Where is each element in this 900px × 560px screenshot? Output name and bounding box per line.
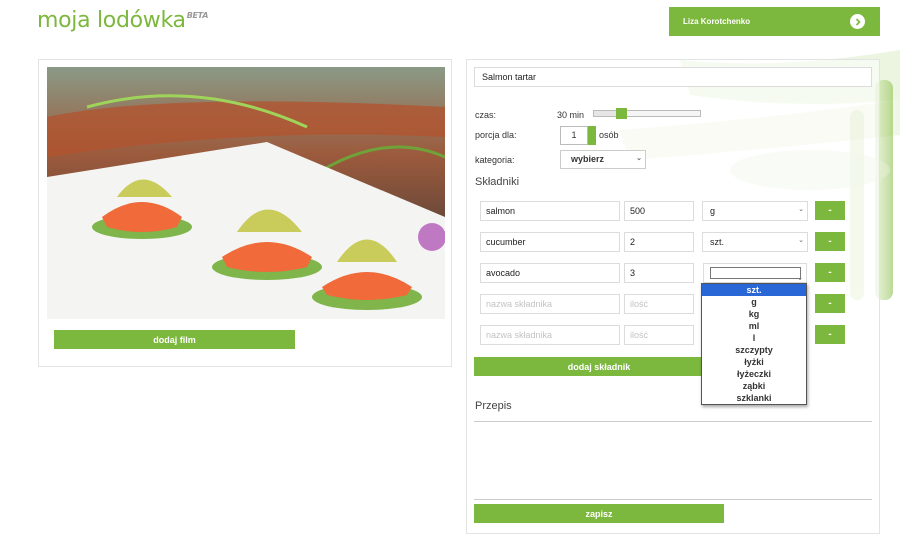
ingredient-unit-select-open[interactable]: ⌄ [703, 263, 807, 283]
unit-select-field[interactable] [710, 267, 801, 279]
ingredient-unit-select[interactable]: szt. ⌄ [702, 232, 808, 252]
unit-option[interactable]: ml [702, 320, 806, 332]
unit-option[interactable]: łyżeczki [702, 368, 806, 380]
chevron-down-icon: ⌄ [798, 237, 804, 244]
dish-photo [47, 67, 445, 319]
ingredient-unit-value: g [710, 206, 716, 216]
logo-text: moja lodówka [37, 8, 186, 33]
unit-option[interactable]: łyżki [702, 356, 806, 368]
remove-ingredient-button[interactable]: - [815, 325, 845, 344]
time-label: czas: [475, 110, 497, 120]
save-button[interactable]: zapisz [474, 504, 724, 523]
recipe-textarea[interactable] [474, 422, 872, 498]
ingredient-name-input[interactable]: salmon [480, 201, 620, 221]
category-select[interactable]: wybierz ⌄ [560, 150, 646, 169]
add-ingredient-button[interactable]: dodaj składnik [474, 357, 724, 376]
add-film-button[interactable]: dodaj film [54, 330, 295, 349]
chevron-down-icon: ⌄ [798, 206, 804, 213]
unit-option[interactable]: szczypty [702, 344, 806, 356]
portion-input[interactable]: 1 [560, 126, 588, 145]
recipe-heading: Przepis [475, 400, 512, 412]
ingredient-name-input[interactable]: nazwa składnika [480, 325, 620, 345]
ingredients-heading: Składniki [475, 176, 520, 188]
unit-option[interactable]: szklanki [702, 392, 806, 404]
beta-badge: BETA [186, 11, 209, 20]
remove-ingredient-button[interactable]: - [815, 294, 845, 313]
category-label: kategoria: [475, 155, 515, 165]
portion-stepper[interactable] [588, 126, 596, 145]
time-slider-handle[interactable] [616, 108, 627, 119]
time-value: 30 min [557, 110, 585, 120]
recipe-form-panel: Salmon tartar czas: 30 min porcja dla: 1… [466, 59, 880, 534]
divider [474, 499, 872, 500]
ingredient-qty-input[interactable]: 2 [624, 232, 694, 252]
ingredient-unit-select[interactable]: g ⌄ [702, 201, 808, 221]
unit-option[interactable]: kg [702, 308, 806, 320]
chevron-down-icon: ⌄ [636, 155, 642, 162]
media-panel: dodaj film [38, 59, 452, 367]
chevron-down-icon: ⌄ [797, 275, 803, 282]
unit-dropdown-list: szt. g kg ml l szczypty łyżki łyżeczki z… [701, 283, 807, 405]
ingredient-name-input[interactable]: cucumber [480, 232, 620, 252]
unit-option[interactable]: ząbki [702, 380, 806, 392]
remove-ingredient-button[interactable]: - [815, 232, 845, 251]
time-slider[interactable] [593, 108, 701, 119]
app-logo[interactable]: moja lodówkaBETA [37, 8, 208, 33]
ingredient-qty-input[interactable]: 500 [624, 201, 694, 221]
recipe-title-input[interactable]: Salmon tartar [474, 67, 872, 87]
unit-option[interactable]: szt. [702, 284, 806, 296]
ingredient-unit-value: szt. [710, 237, 725, 247]
category-value: wybierz [571, 154, 605, 164]
user-account-button[interactable]: Liza Korotchenko [669, 7, 880, 36]
portion-label: porcja dla: [475, 130, 517, 140]
time-slider-track [594, 111, 616, 116]
user-name: Liza Korotchenko [683, 17, 751, 26]
unit-option[interactable]: g [702, 296, 806, 308]
portion-unit: osób [599, 130, 619, 140]
ingredient-qty-input[interactable]: 3 [624, 263, 694, 283]
unit-option[interactable]: l [702, 332, 806, 344]
chevron-right-icon [850, 14, 865, 29]
remove-ingredient-button[interactable]: - [815, 263, 845, 282]
remove-ingredient-button[interactable]: - [815, 201, 845, 220]
ingredient-name-input[interactable]: nazwa składnika [480, 294, 620, 314]
ingredient-qty-input[interactable]: ilość [624, 294, 694, 314]
ingredient-name-input[interactable]: avocado [480, 263, 620, 283]
ingredient-qty-input[interactable]: ilość [624, 325, 694, 345]
